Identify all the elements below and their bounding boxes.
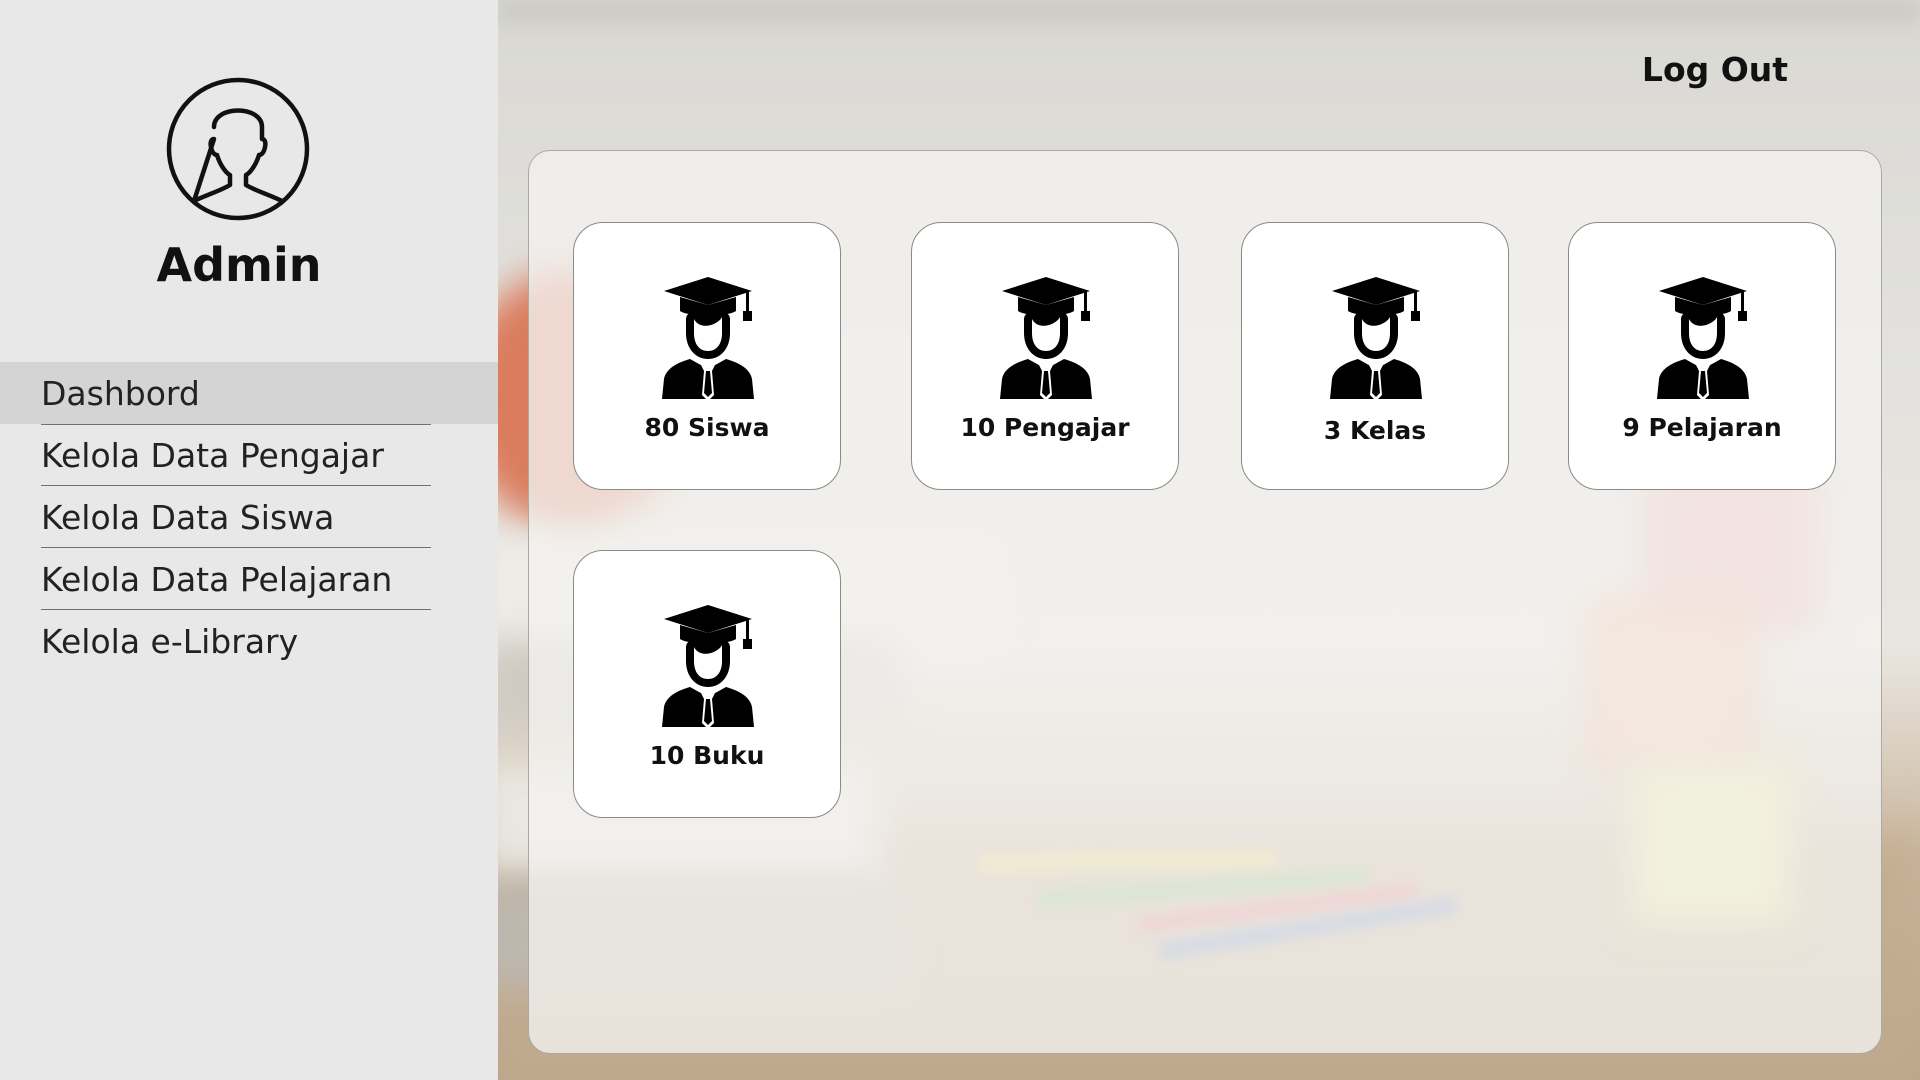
stat-card-siswa[interactable]: 80 Siswa <box>573 222 841 490</box>
sidebar: Admin Dashbord Kelola Data Pengajar Kelo… <box>0 0 498 1080</box>
logout-button[interactable]: Log Out <box>1640 50 1790 89</box>
stat-card-label: 80 Siswa <box>644 413 770 442</box>
graduate-icon <box>1000 277 1092 399</box>
stat-card-label: 9 Pelajaran <box>1622 413 1782 442</box>
stat-card-label: 10 Buku <box>649 741 765 770</box>
sidebar-nav: Dashbord Kelola Data Pengajar Kelola Dat… <box>0 362 498 672</box>
graduate-icon <box>1330 277 1422 399</box>
sidebar-item-label: Kelola Data Siswa <box>41 497 335 537</box>
sidebar-item-kelola-data-pengajar[interactable]: Kelola Data Pengajar <box>0 424 498 486</box>
stat-card-pengajar[interactable]: 10 Pengajar <box>911 222 1179 490</box>
graduate-icon <box>1657 277 1749 399</box>
user-name: Admin <box>156 238 322 292</box>
stat-card-buku[interactable]: 10 Buku <box>573 550 841 818</box>
sidebar-item-dashboard[interactable]: Dashbord <box>0 362 498 424</box>
stat-card-pelajaran[interactable]: 9 Pelajaran <box>1568 222 1836 490</box>
dashboard-panel: 80 Siswa 10 Pengajar 3 Kelas 9 Pelajaran… <box>528 150 1882 1054</box>
graduate-icon <box>662 605 754 727</box>
sidebar-item-kelola-data-pelajaran[interactable]: Kelola Data Pelajaran <box>0 548 498 610</box>
app-window: Admin Dashbord Kelola Data Pengajar Kelo… <box>0 0 1920 1080</box>
sidebar-item-kelola-data-siswa[interactable]: Kelola Data Siswa <box>0 486 498 548</box>
sidebar-item-label: Kelola Data Pelajaran <box>41 559 393 599</box>
sidebar-item-label: Kelola Data Pengajar <box>41 435 384 475</box>
sidebar-item-kelola-e-library[interactable]: Kelola e-Library <box>0 610 498 672</box>
stat-card-label: 3 Kelas <box>1323 416 1427 445</box>
stat-card-label: 10 Pengajar <box>960 413 1130 442</box>
graduate-icon <box>662 277 754 399</box>
sidebar-item-label: Kelola e-Library <box>41 621 299 661</box>
sidebar-item-label: Dashbord <box>41 373 200 413</box>
stat-card-kelas[interactable]: 3 Kelas <box>1241 222 1509 490</box>
divider <box>41 424 431 425</box>
user-avatar-icon <box>166 77 310 221</box>
